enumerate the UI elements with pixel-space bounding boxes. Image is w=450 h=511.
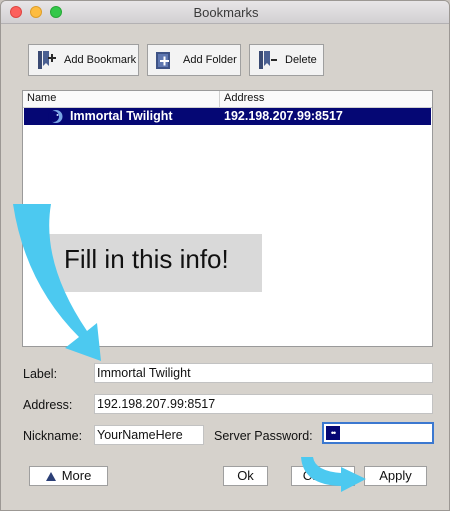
server-password-caption: Server Password:: [214, 429, 313, 443]
nickname-caption: Nickname:: [23, 429, 83, 443]
instruction-callout: Fill in this info!: [47, 234, 262, 292]
add-folder-button[interactable]: Add Folder: [147, 44, 241, 76]
bookmark-list[interactable]: Name Address Immortal Twilight 192.198.2…: [22, 90, 433, 347]
list-item[interactable]: Immortal Twilight 192.198.207.99:8517: [24, 108, 431, 125]
address-caption: Address:: [23, 398, 73, 412]
more-button[interactable]: More: [29, 466, 108, 486]
column-header-name[interactable]: Name: [27, 92, 56, 104]
list-header: Name Address: [23, 91, 432, 108]
label-field[interactable]: Immortal Twilight: [94, 363, 433, 383]
bookmarks-window: Bookmarks Add Bookmark Add Folder Delete: [0, 0, 450, 511]
server-password-field[interactable]: ••: [322, 422, 434, 444]
cancel-button[interactable]: Cancel: [291, 466, 355, 486]
password-mask: ••: [326, 426, 340, 440]
apply-button[interactable]: Apply: [364, 466, 427, 486]
delete-button[interactable]: Delete: [249, 44, 324, 76]
add-bookmark-label: Add Bookmark: [64, 54, 137, 66]
delete-label: Delete: [285, 54, 317, 66]
column-header-address[interactable]: Address: [224, 92, 264, 104]
title-bar: Bookmarks: [1, 1, 449, 24]
moon-icon: [48, 110, 63, 123]
more-label: More: [61, 468, 92, 483]
window-title: Bookmarks: [193, 5, 259, 20]
add-folder-label: Add Folder: [183, 54, 237, 66]
bookmark-address-cell: 192.198.207.99:8517: [224, 109, 343, 123]
add-bookmark-icon: [38, 51, 56, 69]
add-bookmark-button[interactable]: Add Bookmark: [28, 44, 139, 76]
label-caption: Label:: [23, 367, 58, 381]
add-folder-icon: [156, 52, 170, 69]
more-triangle-icon: [45, 472, 56, 481]
column-divider: [219, 91, 220, 107]
address-field[interactable]: 192.198.207.99:8517: [94, 394, 433, 414]
ok-button[interactable]: Ok: [223, 466, 268, 486]
delete-icon: [259, 51, 277, 69]
nickname-field[interactable]: YourNameHere: [94, 425, 204, 445]
bookmark-name-cell: Immortal Twilight: [70, 109, 173, 123]
